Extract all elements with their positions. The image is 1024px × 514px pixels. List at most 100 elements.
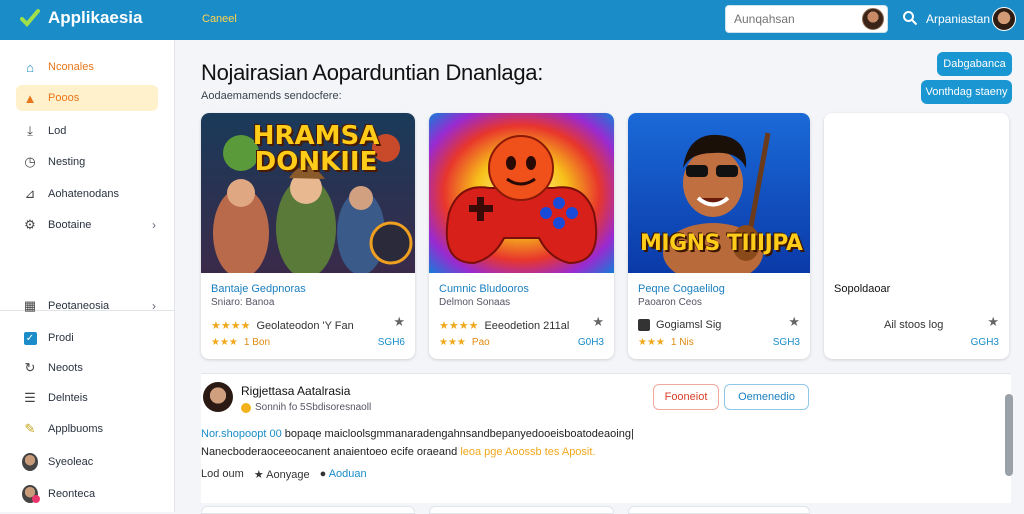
game-card-partial	[201, 506, 415, 514]
sidebar-item-label: Applbuoms	[48, 423, 104, 435]
card-count: SGH3	[772, 337, 800, 348]
sidebar-item-label: Neoots	[48, 362, 83, 374]
pen-icon: ✎	[24, 421, 36, 436]
card-meta: Paoaron Ceos	[638, 297, 702, 308]
card-count: SGH6	[377, 337, 405, 348]
grid-icon: ▦	[23, 298, 37, 313]
review-highlight: Nor.shopoopt 00	[201, 428, 282, 440]
sidebar-item-label: Lod	[48, 125, 67, 137]
review-text: Nanecboderaoceeocanent anaientoeo ecife …	[201, 446, 461, 458]
rate-action[interactable]: ★ Aonyage	[254, 468, 310, 481]
card-stars: ★★★★ Geolateodon 'Y Fan	[211, 319, 354, 333]
favorite-star-icon[interactable]: ★	[788, 314, 800, 330]
sidebar-item-label: Nesting	[48, 156, 86, 168]
sidebar-item-applbuoms[interactable]: ✎ Applbuoms	[16, 416, 158, 442]
sidebar-item-label: Pooos	[48, 92, 80, 104]
review-panel: Rigjettasa Aatalrasia Sonnih fo 5Sbdisor…	[201, 373, 1011, 503]
search-icon[interactable]	[902, 10, 918, 26]
card-title[interactable]: Sopoldaoar	[834, 283, 890, 295]
follow-button[interactable]: Fooneiot	[653, 384, 719, 410]
message-button[interactable]: Oemenedio	[724, 384, 809, 410]
favorite-star-icon[interactable]: ★	[987, 314, 999, 330]
reply-action[interactable]: ● Aoduan	[320, 468, 367, 481]
search-avatar	[862, 8, 884, 30]
rate-action-label: Aonyage	[266, 469, 310, 481]
page-title: Nojairasian Aoparduntian Dnanlaga:	[201, 60, 544, 85]
primary-button[interactable]: Dabgabanca	[937, 52, 1012, 76]
nav-link[interactable]: Caneel	[202, 13, 237, 25]
card-title[interactable]: Peqne Cogaelilog	[638, 283, 725, 295]
check-logo-icon	[20, 9, 40, 27]
sidebar-item-nesting[interactable]: ◷ Nesting	[16, 149, 158, 175]
sidebar-item-aohatenodans[interactable]: ⊿ Aohatenodans	[16, 181, 158, 207]
main-content: Nojairasian Aoparduntian Dnanlaga: Aodae…	[176, 40, 1024, 512]
clock-icon: ◷	[24, 154, 36, 169]
scrollbar[interactable]	[1005, 394, 1013, 476]
star-icons: ★★★★	[439, 320, 479, 332]
card-stat: Eeeodetion 211al	[484, 319, 570, 332]
sidebar-item-nconales[interactable]: ⌂ Nconales	[16, 54, 158, 80]
search-box[interactable]	[725, 5, 888, 33]
sidebar-item-syeoleac[interactable]: Syeoleac	[16, 449, 158, 475]
rating-text: 1 Nis	[670, 337, 694, 348]
rating-text: 1 Bon	[243, 337, 271, 348]
game-card-partial	[429, 506, 614, 514]
sidebar-item-reonteca[interactable]: Reonteca	[16, 481, 158, 507]
reviewer-meta: Sonnih fo 5Sbdisoresnaoll	[241, 402, 371, 413]
sidebar: ⌂ Nconales ▲ Pooos ⤓ Lod ◷ Nesting ⊿ Aoh…	[0, 40, 175, 512]
checkbox-icon[interactable]: ✓	[22, 330, 38, 346]
app-name: Applikaesia	[48, 8, 143, 27]
card-stars: Gogiamsl Sig	[638, 319, 721, 331]
app-logo[interactable]: Applikaesia	[20, 8, 143, 28]
sidebar-item-label: Reonteca	[48, 488, 96, 500]
reviewer-name[interactable]: Rigjettasa Aatalrasia	[241, 384, 350, 398]
sidebar-item-neoots[interactable]: ↻ Neoots	[16, 355, 158, 381]
sidebar-item-label: Nconales	[48, 61, 94, 73]
card-stars: ★★★★ Eeeodetion 211al	[439, 319, 570, 333]
chart-icon: ⊿	[24, 186, 36, 201]
avatar[interactable]	[203, 382, 233, 412]
game-cover-image: MIGNS TIIIJPA	[628, 113, 810, 273]
top-bar: Applikaesia Caneel Arpaniastan	[0, 0, 1024, 40]
sidebar-item-label: Peotaneosia	[48, 300, 110, 312]
card-count: GGH3	[970, 337, 999, 348]
sidebar-item-pooos[interactable]: ▲ Pooos	[16, 85, 158, 111]
card-rating: ★★★ 1 Nis	[638, 337, 694, 348]
home-filled-icon: ▲	[23, 90, 37, 106]
card-stat: Gogiamsl Sig	[656, 319, 722, 331]
game-cover-image: HRAMSA DONKIIE	[201, 113, 415, 273]
sidebar-item-label: Prodi	[48, 332, 74, 344]
card-rating: ★★★ Pao	[439, 337, 490, 348]
card-meta: Sniaro: Banoa	[211, 297, 275, 308]
review-actions: Lod oum ★ Aonyage ● Aoduan	[201, 468, 367, 481]
favorite-star-icon[interactable]: ★	[592, 314, 604, 330]
sidebar-item-label: Aohatenodans	[48, 188, 119, 200]
game-card[interactable]: HRAMSA DONKIIE Bantaje Gedpnoras Sniaro:…	[201, 113, 415, 359]
review-text: bopaqe maicloolsgmmanaradengahnsandbepan…	[281, 428, 634, 440]
chevron-right-icon: ›	[152, 299, 156, 313]
reply-action-label: Aoduan	[328, 468, 367, 480]
star-icons: ★★★	[638, 337, 665, 348]
game-art-title: MIGNS TIIIJPA	[640, 231, 803, 256]
avatar-icon	[22, 453, 38, 471]
sidebar-item-delnteis[interactable]: ☰ Delnteis	[16, 385, 158, 411]
search-input[interactable]	[734, 6, 854, 32]
game-card[interactable]: Sopoldaoar Ail stoos log ★ GGH3	[824, 113, 1009, 359]
sidebar-item-prodi[interactable]: ✓ Prodi	[16, 325, 158, 351]
list-icon: ☰	[24, 390, 36, 405]
card-title[interactable]: Cumnic Bludooros	[439, 283, 529, 295]
user-name[interactable]: Arpaniastan	[926, 12, 990, 26]
star-icons: ★★★	[439, 337, 466, 348]
like-action[interactable]: Lod oum	[201, 468, 244, 481]
card-title[interactable]: Bantaje Gedpnoras	[211, 283, 306, 295]
user-avatar[interactable]	[992, 7, 1016, 31]
sidebar-item-bootaine[interactable]: ⚙ Bootaine ›	[16, 212, 158, 238]
secondary-button[interactable]: Vonthdag staeny	[921, 80, 1012, 104]
sidebar-item-peotaneosia[interactable]: ▦ Peotaneosia ›	[16, 293, 158, 319]
sidebar-item-lod[interactable]: ⤓ Lod	[16, 118, 158, 144]
sidebar-item-label: Delnteis	[48, 392, 88, 404]
game-card[interactable]: MIGNS TIIIJPA Peqne Cogaelilog Paoaron C…	[628, 113, 810, 359]
favorite-star-icon[interactable]: ★	[393, 314, 405, 330]
game-card[interactable]: Cumnic Bludooros Delmon Sonaas ★★★★ Eeeod…	[429, 113, 614, 359]
home-outline-icon: ⌂	[26, 59, 34, 75]
